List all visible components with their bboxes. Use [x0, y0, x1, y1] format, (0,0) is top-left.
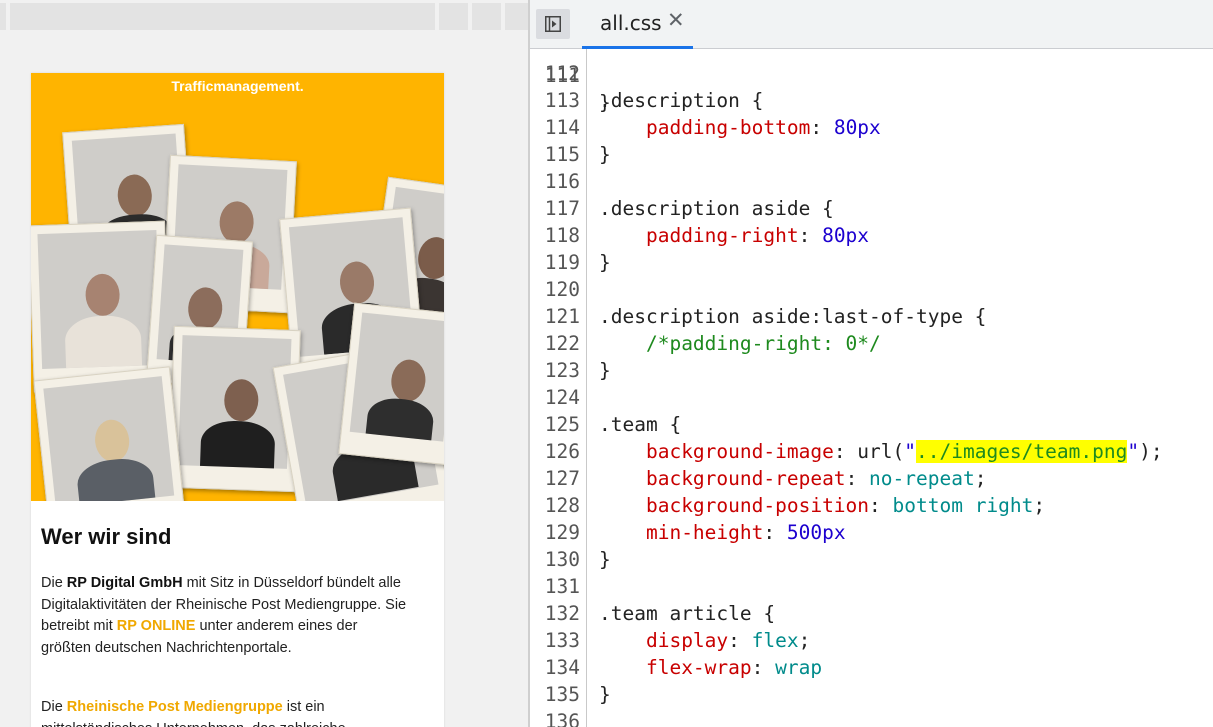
- code-line: 118 padding-right: 80px: [530, 222, 1213, 249]
- code-line: 112: [530, 60, 1213, 87]
- page-preview-pane: Trafficmanagement. Wer wir sind Die RP D…: [0, 0, 528, 727]
- code-text: /*padding-right: 0*/: [645, 332, 881, 355]
- line-number: 115: [544, 143, 580, 166]
- code-text: }: [599, 251, 611, 274]
- code-text: }: [599, 143, 611, 166]
- code-line: 120: [530, 276, 1213, 303]
- toolbar-button[interactable]: [472, 3, 501, 30]
- code-line: 125 .team {: [530, 411, 1213, 438]
- code-text: .description {: [599, 89, 764, 112]
- code-line: 114 padding-bottom: 80px: [530, 114, 1213, 141]
- code-text: background-repeat: no-repeat;: [645, 467, 987, 490]
- code-line: 117 .description aside {: [530, 195, 1213, 222]
- code-line: 126 background-image: url("../images/tea…: [530, 438, 1213, 465]
- code-line: 121 .description aside:last-of-type {: [530, 303, 1213, 330]
- code-text: }: [599, 359, 611, 382]
- line-number: 117: [544, 197, 580, 220]
- code-text: .team {: [599, 413, 682, 436]
- code-view[interactable]: 111 } 112 113 .description {114 padding-bo…: [530, 49, 1213, 727]
- address-bar[interactable]: [10, 3, 435, 30]
- line-number: 114: [544, 116, 580, 139]
- line-number: 130: [544, 548, 580, 571]
- code-text: .description aside:last-of-type {: [599, 305, 987, 328]
- hero-title: Trafficmanagement.: [171, 78, 304, 94]
- code-line: 119}: [530, 249, 1213, 276]
- line-number: 123: [544, 359, 580, 382]
- code-line: 130}: [530, 546, 1213, 573]
- toolbar-segment: [0, 3, 6, 30]
- code-text: .team article {: [599, 602, 776, 625]
- code-line: 134 flex-wrap: wrap: [530, 654, 1213, 681]
- team-photo-collage: Trafficmanagement.: [31, 73, 444, 501]
- intro-paragraph: Die RP Digital GmbH mit Sitz in Düsseldo…: [41, 573, 411, 659]
- line-number: 125: [544, 413, 580, 436]
- line-number: 129: [544, 521, 580, 544]
- code-line: 111 }: [530, 35, 1213, 114]
- code-line: 132 .team article {: [530, 600, 1213, 627]
- code-line: 135}: [530, 681, 1213, 708]
- code-line: 123}: [530, 357, 1213, 384]
- line-number: 116: [544, 170, 580, 193]
- company-name: RP Digital GmbH: [66, 575, 183, 591]
- code-line: 133 display: flex;: [530, 627, 1213, 654]
- code-line: 127 background-repeat: no-repeat;: [530, 465, 1213, 492]
- code-line: 124: [530, 384, 1213, 411]
- code-text: }: [599, 683, 611, 706]
- line-number: 135: [544, 683, 580, 706]
- code-text: padding-bottom: 80px: [645, 116, 881, 139]
- line-number: 127: [544, 467, 580, 490]
- line-number: 122: [544, 332, 580, 355]
- line-number: 119: [544, 251, 580, 274]
- tab-label: all.css: [600, 11, 662, 35]
- rheinische-post-link[interactable]: Rheinische Post Mediengruppe: [67, 699, 283, 715]
- sidebar-toggle-icon: [545, 16, 561, 32]
- team-card: Trafficmanagement. Wer wir sind Die RP D…: [31, 73, 444, 727]
- text-segment: Die: [41, 699, 67, 715]
- code-line: 136: [530, 708, 1213, 727]
- code-line: 131: [530, 573, 1213, 600]
- code-line: 128 background-position: bottom right;: [530, 492, 1213, 519]
- code-text: }: [599, 548, 611, 571]
- code-line: 122 /*padding-right: 0*/: [530, 330, 1213, 357]
- code-text: padding-right: 80px: [645, 224, 870, 247]
- line-number: 113: [544, 89, 580, 112]
- toolbar-button[interactable]: [439, 3, 468, 30]
- line-number: 128: [544, 494, 580, 517]
- code-text: background-position: bottom right;: [645, 494, 1046, 517]
- code-text: display: flex;: [645, 629, 811, 652]
- line-number: 133: [544, 629, 580, 652]
- highlighted-path: ../images/team.png: [916, 440, 1128, 463]
- line-number: 131: [544, 575, 580, 598]
- second-paragraph: Die Rheinische Post Mediengruppe ist ein…: [41, 697, 411, 727]
- polaroid-photo: [338, 302, 444, 466]
- code-text: flex-wrap: wrap: [645, 656, 823, 679]
- polaroid-photo: [33, 366, 186, 501]
- section-heading: Wer wir sind: [41, 524, 172, 549]
- code-line: 113 .description {: [530, 87, 1213, 114]
- line-number: 124: [544, 386, 580, 409]
- text-segment: Die: [41, 575, 67, 591]
- line-number: 112: [544, 62, 580, 85]
- code-line: 129 min-height: 500px: [530, 519, 1213, 546]
- rp-online-link[interactable]: RP ONLINE: [117, 618, 196, 634]
- close-icon[interactable]: ✕: [667, 8, 685, 32]
- toolbar-button[interactable]: [505, 3, 528, 30]
- code-editor: all.css ✕ 111 } 112 113 .description {114 …: [530, 0, 1213, 727]
- line-number: 126: [544, 440, 580, 463]
- code-text: .description aside {: [599, 197, 834, 220]
- code-text: background-image: url("../images/team.pn…: [645, 440, 1163, 463]
- line-number: 134: [544, 656, 580, 679]
- line-number: 120: [544, 278, 580, 301]
- line-number: 136: [544, 710, 580, 727]
- code-line: 115}: [530, 141, 1213, 168]
- preview-toolbar: [0, 0, 528, 32]
- code-line: 116: [530, 168, 1213, 195]
- code-text: min-height: 500px: [645, 521, 846, 544]
- line-number: 121: [544, 305, 580, 328]
- line-number: 118: [544, 224, 580, 247]
- line-number: 132: [544, 602, 580, 625]
